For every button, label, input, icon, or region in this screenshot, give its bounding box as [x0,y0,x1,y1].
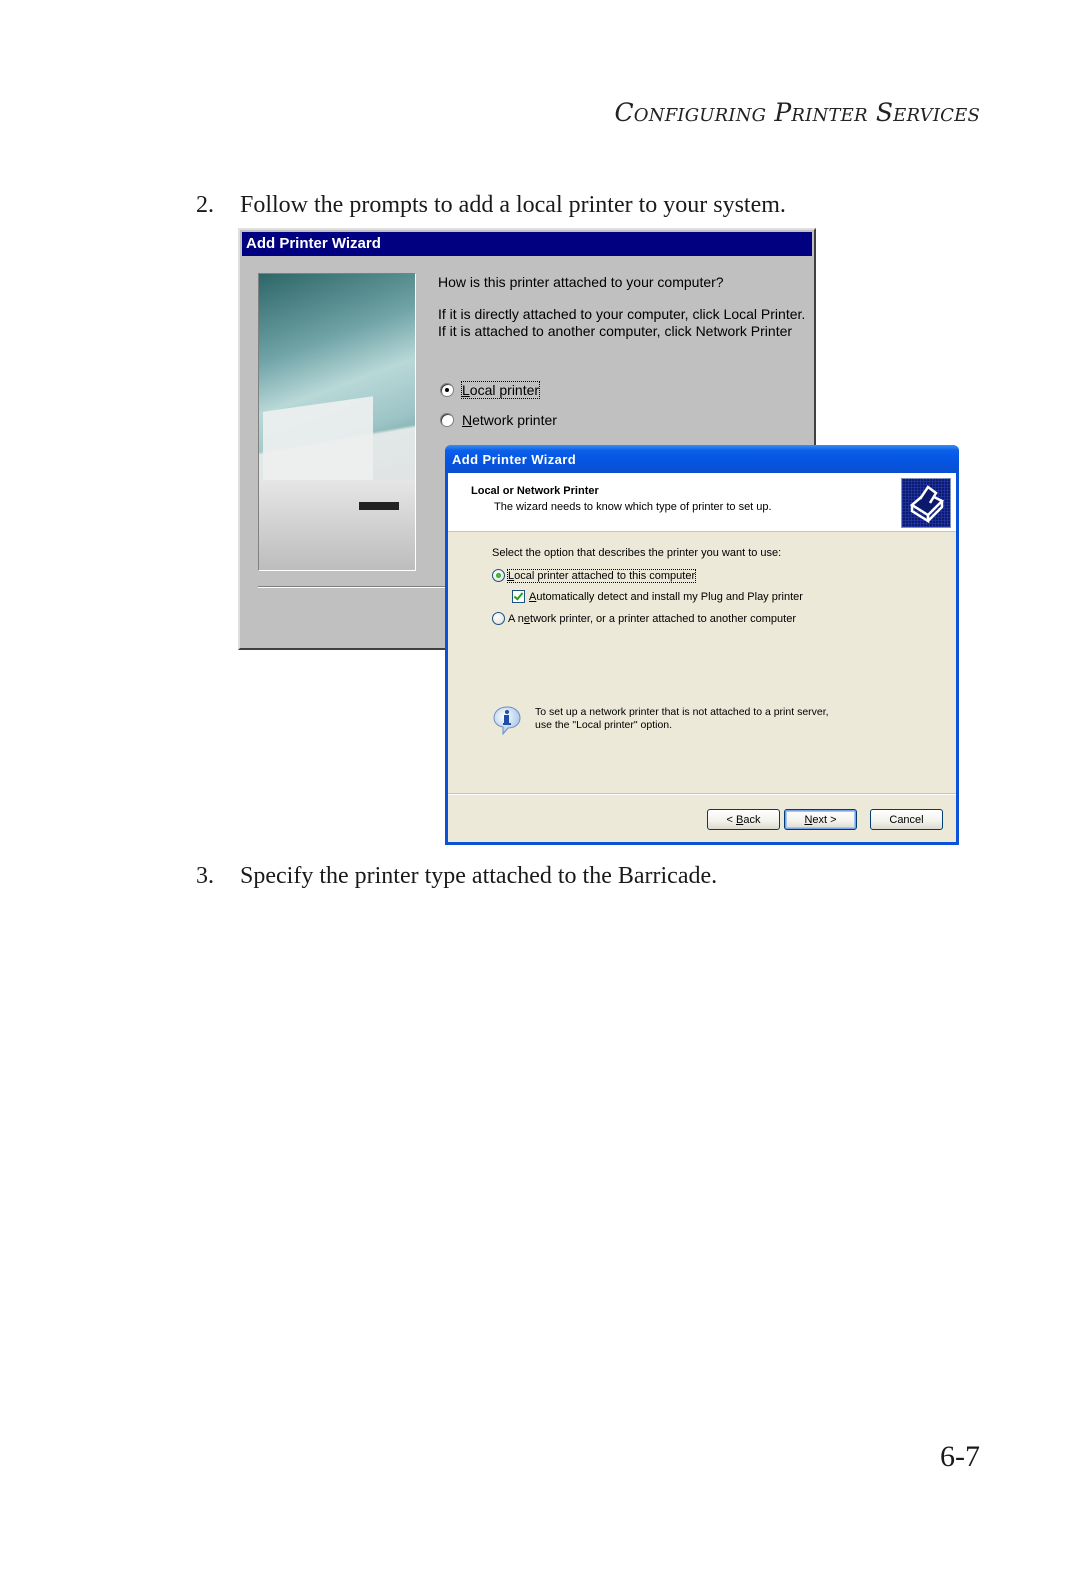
xp-footer-separator [448,793,956,795]
xp-title-bar: Add Printer Wizard [445,445,959,473]
accel-key: N [462,412,473,428]
checkbox-label: Automatically detect and install my Plug… [529,591,803,603]
xp-info-text: To set up a network printer that is not … [535,706,829,732]
step-2: 2. Follow the prompts to add a local prin… [196,192,786,219]
label-pre: A n [508,612,524,625]
next-button[interactable]: Next > [784,809,857,830]
classic-description: If it is directly attached to your compu… [438,306,806,339]
step-number: 3. [196,863,214,889]
page-number: 6-7 [940,1440,980,1473]
step-text: Follow the prompts to add a local printe… [240,192,786,218]
printer-graphic [259,480,415,570]
radio-label: Local printer [460,381,541,399]
btn-rest: ext > [812,814,837,826]
step-number: 2. [196,192,214,218]
cancel-button[interactable]: Cancel [870,809,943,830]
classic-title-bar: Add Printer Wizard [242,232,812,256]
radio-local-printer[interactable]: Local printer [440,381,541,399]
label-rest: utomatically detect and install my Plug … [536,590,803,603]
btn-rest: ack [743,814,761,826]
label-rest: etwork printer [472,412,557,428]
xp-header-title: Local or Network Printer [471,485,599,497]
xp-header-panel: Local or Network Printer The wizard need… [448,473,956,532]
xp-add-printer-wizard: Add Printer Wizard Local or Network Prin… [445,445,959,845]
printer-panel-graphic [359,502,399,510]
checkbox-auto-detect[interactable]: Automatically detect and install my Plug… [512,590,803,603]
running-header: Configuring Printer Services [614,98,980,127]
checkbox-checked[interactable] [512,590,525,603]
info-icon [492,705,522,736]
radio-label: Network printer [462,412,557,428]
radio-label: Local printer attached to this computer [506,568,697,583]
label-rest: ocal printer attached to this computer [514,569,696,582]
classic-question: How is this printer attached to your com… [438,274,724,290]
radio-button-checked[interactable] [492,569,505,582]
radio-label: A network printer, or a printer attached… [508,613,796,625]
step-text: Specify the printer type attached to the… [240,863,718,889]
radio-button-checked[interactable] [440,383,454,397]
xp-prompt: Select the option that describes the pri… [492,547,782,559]
xp-client-area: Local or Network Printer The wizard need… [448,473,956,842]
printer-icon [901,478,951,528]
radio-button[interactable] [440,413,454,427]
step-3: 3. Specify the printer type attached to t… [196,863,717,890]
wizard-printer-image [258,273,416,571]
back-button[interactable]: < Back [707,809,780,830]
radio-button[interactable] [492,612,505,625]
info-line-1: To set up a network printer that is not … [535,706,829,718]
label-rest: twork printer, or a printer attached to … [530,612,797,625]
accel-key: L [462,382,470,398]
label-rest: ocal printer [469,382,540,398]
radio-network-printer[interactable]: A network printer, or a printer attached… [492,612,796,625]
info-line-2: use the "Local printer" option. [535,719,673,731]
radio-local-printer-attached[interactable]: Local printer attached to this computer [492,568,697,583]
btn-pre: < [726,814,736,826]
xp-header-subtitle: The wizard needs to know which type of p… [494,501,772,513]
radio-network-printer[interactable]: Network printer [440,412,557,428]
